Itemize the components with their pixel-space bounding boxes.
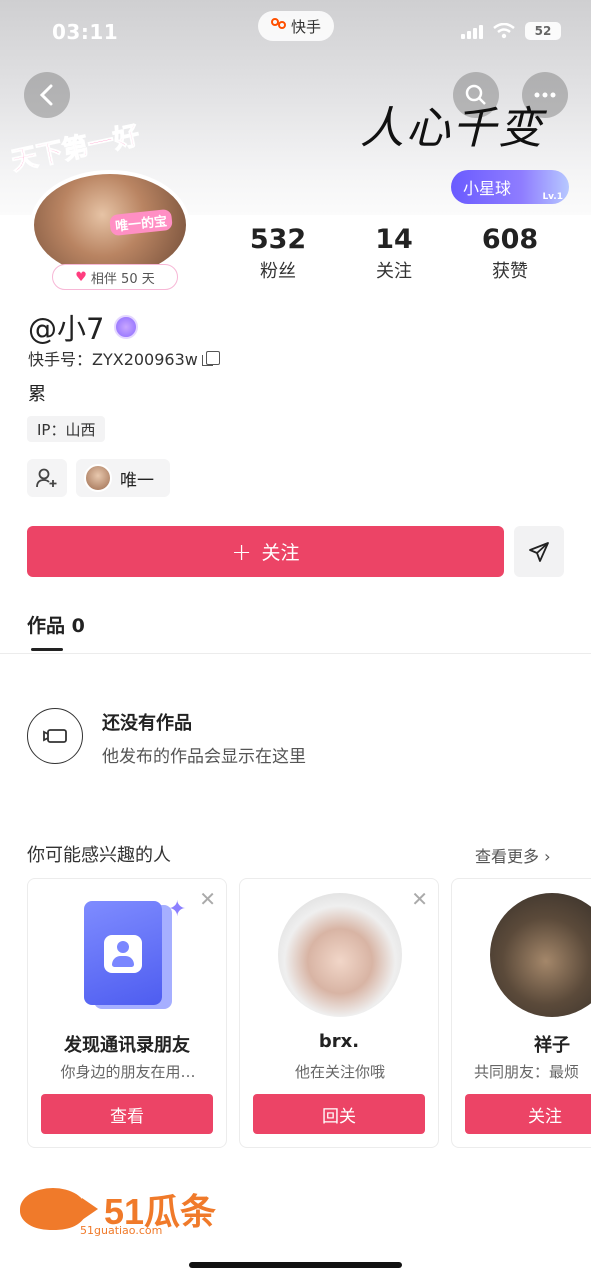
card-desc: 他在关注你哦 xyxy=(294,1063,385,1081)
card-desc: 你身边的朋友在用… xyxy=(60,1063,196,1081)
chevron-left-icon xyxy=(39,84,53,106)
card-avatar xyxy=(490,893,591,1017)
kuaishou-id: 快手号：ZYX200963w xyxy=(28,350,198,369)
stat-value: 608 xyxy=(481,224,539,255)
friend-chip-label: 唯一 xyxy=(120,470,154,491)
status-time: 03:11 xyxy=(52,20,119,44)
send-icon xyxy=(529,541,549,562)
stat-value: 14 xyxy=(375,224,413,255)
sparkle-icon: ✦ xyxy=(168,897,187,922)
see-more-label: 查看更多 xyxy=(475,847,540,866)
camera-icon xyxy=(43,729,67,743)
home-indicator[interactable] xyxy=(189,1262,402,1268)
add-friend-button[interactable] xyxy=(27,459,67,497)
back-button[interactable] xyxy=(24,72,70,118)
empty-state-subtitle: 他发布的作品会显示在这里 xyxy=(102,747,306,767)
contact-book-icon xyxy=(84,901,162,1005)
stat-label: 粉丝 xyxy=(260,261,296,282)
copy-icon[interactable] xyxy=(201,351,220,366)
recommend-card[interactable]: 祥子 共同朋友：最烦 关注 xyxy=(451,878,591,1148)
card-desc: 共同朋友：最烦 xyxy=(474,1063,580,1081)
send-message-button[interactable] xyxy=(514,526,564,577)
recommend-card[interactable]: ✕ ✦ 发现通讯录朋友 你身边的朋友在用… 查看 xyxy=(27,878,227,1148)
tab-works[interactable]: 作品 0 xyxy=(27,611,85,638)
companion-days-label: 相伴 50 天 xyxy=(90,271,155,287)
heart-icon: ♥ xyxy=(75,269,87,285)
friend-avatar xyxy=(84,464,112,492)
close-icon[interactable]: ✕ xyxy=(199,887,216,911)
avatar-frame[interactable]: 天下第一好 唯一的宝 ♥ 相伴 50 天 xyxy=(6,120,216,293)
level-badge-icon[interactable] xyxy=(114,315,139,339)
card-action-button[interactable]: 查看 xyxy=(41,1094,213,1134)
card-avatar xyxy=(278,893,402,1017)
empty-state-title: 还没有作品 xyxy=(102,713,192,734)
username-text: @小7 xyxy=(28,312,105,346)
app-indicator-label: 快手 xyxy=(290,17,321,36)
wifi-icon xyxy=(493,23,515,39)
close-icon[interactable]: ✕ xyxy=(411,887,428,911)
stat-value: 532 xyxy=(249,224,307,255)
app-indicator[interactable]: 快手 xyxy=(258,11,334,41)
companion-days-badge: ♥ 相伴 50 天 xyxy=(52,264,178,290)
friend-chip[interactable]: 唯一 xyxy=(76,459,170,497)
follow-button[interactable]: + 关注 xyxy=(27,526,504,577)
chevron-right-icon: › xyxy=(544,847,551,866)
signature-text: 人心千变 xyxy=(360,103,544,154)
add-user-icon xyxy=(36,468,57,488)
card-action-button[interactable]: 关注 xyxy=(465,1094,591,1134)
fish-logo-icon xyxy=(20,1188,98,1230)
see-more-link[interactable]: 查看更多 › xyxy=(475,843,551,867)
follow-button-label: 关注 xyxy=(261,542,300,564)
card-action-button[interactable]: 回关 xyxy=(253,1094,425,1134)
recommend-card[interactable]: ✕ brx. 他在关注你哦 回关 xyxy=(239,878,439,1148)
card-name: 发现通讯录朋友 xyxy=(64,1035,190,1056)
stat-label: 关注 xyxy=(376,261,412,282)
plus-icon: + xyxy=(231,537,252,566)
stat-label: 获赞 xyxy=(492,261,528,282)
profile-stats: 532 粉丝 14 关注 608 获赞 xyxy=(220,224,570,283)
stat-likes[interactable]: 608 获赞 xyxy=(452,224,568,283)
kuaishou-logo-icon xyxy=(270,18,287,34)
stat-following[interactable]: 14 关注 xyxy=(336,224,452,283)
planet-level: Lv.1 xyxy=(542,192,563,202)
status-indicators: 52 xyxy=(461,22,561,40)
battery-indicator: 52 xyxy=(525,22,561,40)
username: @小7 xyxy=(28,306,139,348)
planet-label: 小星球 xyxy=(463,179,512,198)
divider xyxy=(0,653,591,654)
card-name: brx. xyxy=(318,1031,360,1052)
active-tab-indicator xyxy=(31,648,63,651)
planet-badge[interactable]: 小星球 Lv.1 xyxy=(451,170,569,204)
cellular-signal-icon xyxy=(461,23,483,39)
empty-works-icon xyxy=(27,708,83,764)
card-name: 祥子 xyxy=(534,1035,570,1056)
kuaishou-id-row: 快手号：ZYX200963w xyxy=(28,346,220,370)
ip-location-tag: IP：山西 xyxy=(27,416,106,442)
person-icon xyxy=(104,935,142,973)
bio-text: 累 xyxy=(28,384,46,405)
stat-fans[interactable]: 532 粉丝 xyxy=(220,224,336,283)
watermark-url: 51guatiao.com xyxy=(80,1224,163,1237)
recommend-title: 你可能感兴趣的人 xyxy=(27,845,171,866)
